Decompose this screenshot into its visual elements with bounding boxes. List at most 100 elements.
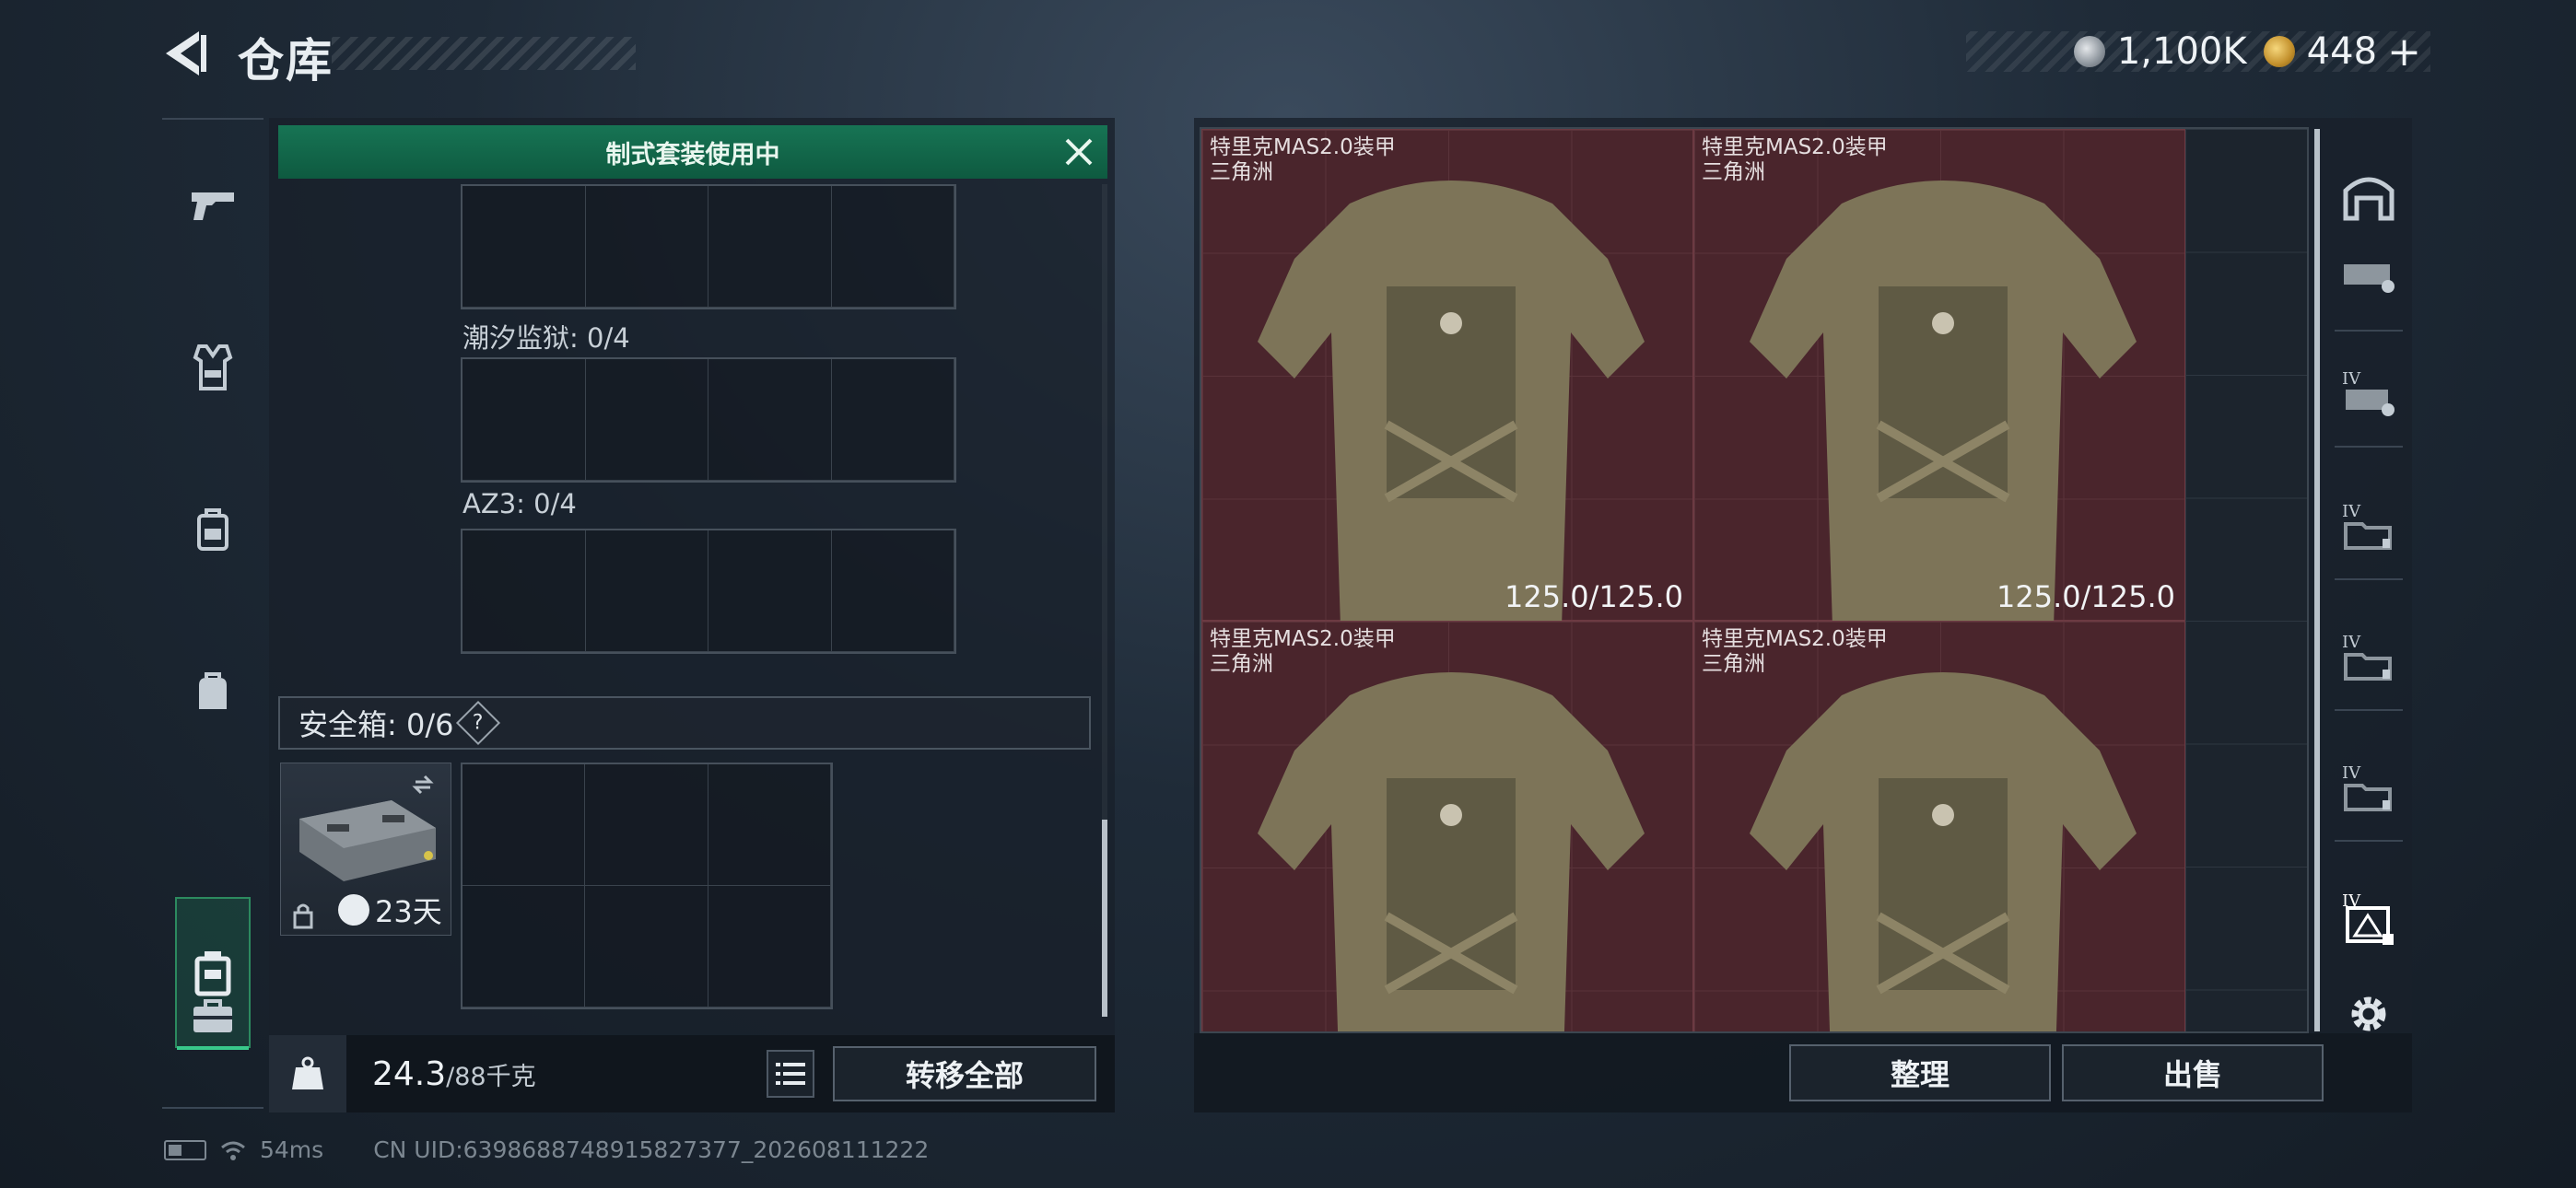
item-name: 特里克MAS2.0装甲 三角洲 xyxy=(1702,627,1888,677)
cat-tier-iv-2[interactable]: IV xyxy=(2338,495,2399,556)
grid-cell[interactable] xyxy=(463,886,586,1007)
list-view-button[interactable] xyxy=(767,1050,814,1098)
gear-icon xyxy=(2351,996,2386,1031)
grid-cell[interactable] xyxy=(585,886,708,1007)
lock-icon xyxy=(293,903,313,929)
slot-grid-tide-prison xyxy=(461,357,956,483)
vest-icon xyxy=(193,344,233,390)
user-uid: CN UID:6398688748915827377_202608111222 xyxy=(373,1136,930,1163)
grid-cell[interactable] xyxy=(708,764,831,886)
grid-cell[interactable] xyxy=(831,530,954,652)
grid-cell[interactable] xyxy=(831,359,954,481)
grid-cell[interactable] xyxy=(831,186,954,308)
storage-category-nav: IV IV IV IV IV xyxy=(2325,118,2412,1039)
safebox-case-icon xyxy=(299,775,436,881)
grid-cell[interactable] xyxy=(708,886,831,1007)
storage-item-card[interactable]: 特里克MAS2.0装甲 三角洲 125.0/125.0 xyxy=(1693,129,2185,627)
weight-badge xyxy=(269,1035,346,1112)
nav-toolbox[interactable] xyxy=(175,978,251,1054)
clock-icon xyxy=(338,894,369,926)
safebox-days: 23天 xyxy=(375,894,442,929)
storage-scrollbar[interactable] xyxy=(2314,129,2320,1031)
cat-tier-iv-selected[interactable]: IV xyxy=(2338,888,2399,949)
grid-cell[interactable] xyxy=(463,359,586,481)
transfer-all-button[interactable]: 转移全部 xyxy=(833,1046,1096,1101)
cat-tier-iv-3[interactable]: IV xyxy=(2338,626,2399,687)
grid-cell[interactable] xyxy=(708,186,832,308)
page-title: 仓库 xyxy=(238,34,334,87)
close-banner-button[interactable] xyxy=(1061,134,1096,169)
safebox-header: 安全箱: 0/6 ? xyxy=(278,696,1091,750)
gold-value: 448 xyxy=(2306,30,2378,73)
item-title: 特里克MAS2.0装甲 xyxy=(1702,627,1888,651)
cat-tier-iv-1[interactable]: IV xyxy=(2338,363,2399,424)
iv-folder-icon: IV xyxy=(2342,502,2392,550)
grid-cell[interactable] xyxy=(708,359,832,481)
grid-cell[interactable] xyxy=(463,530,586,652)
safebox-label: 安全箱: 0/6 xyxy=(299,707,454,742)
armor-vest-image xyxy=(1750,672,2137,1031)
silver-value: 1,100K xyxy=(2116,30,2247,73)
nav-bag[interactable] xyxy=(175,654,251,729)
cat-all-storage[interactable] xyxy=(2338,166,2399,227)
safebox-item-card[interactable]: 23天 xyxy=(280,763,451,936)
grid-cell[interactable] xyxy=(585,530,708,652)
briefcase-icon xyxy=(193,999,232,1032)
empty-storage-column[interactable] xyxy=(2185,129,2307,1031)
iv-container-icon: IV xyxy=(2342,369,2395,416)
safebox-grid xyxy=(461,763,833,1009)
storage-item-card[interactable]: 特里克MAS2.0装甲 三角洲 125.0/125.0 xyxy=(1201,129,1693,627)
wifi-icon xyxy=(221,1141,245,1160)
help-button[interactable]: ? xyxy=(456,700,501,746)
armor-vest-image xyxy=(1258,181,1645,627)
storage-item-card[interactable]: 特里克MAS2.0装甲 三角洲 xyxy=(1693,621,2185,1031)
divider xyxy=(2335,709,2403,711)
item-subtitle: 三角洲 xyxy=(1210,652,1273,676)
storage-item-card[interactable]: 特里克MAS2.0装甲 三角洲 xyxy=(1201,621,1693,1031)
loadout-category-nav xyxy=(162,118,263,1109)
weight-max: /88千克 xyxy=(446,1062,536,1091)
battery-icon xyxy=(164,1139,206,1160)
organize-button[interactable]: 整理 xyxy=(1789,1044,2051,1101)
item-name: 特里克MAS2.0装甲 三角洲 xyxy=(1210,135,1396,185)
divider xyxy=(2335,578,2403,580)
back-button[interactable] xyxy=(158,26,214,81)
item-subtitle: 三角洲 xyxy=(1210,160,1273,184)
grid-cell[interactable] xyxy=(585,359,708,481)
iv-folder-icon: IV xyxy=(2342,633,2392,681)
grid-cell[interactable] xyxy=(463,764,586,886)
help-icon: ? xyxy=(473,711,485,735)
sell-button[interactable]: 出售 xyxy=(2062,1044,2324,1101)
pistol-icon xyxy=(192,192,234,220)
cat-container[interactable] xyxy=(2338,247,2399,308)
slot-label-tide-prison: 潮汐监狱: 0/4 xyxy=(463,322,630,354)
storage-home-icon xyxy=(2343,177,2395,221)
backpack-icon xyxy=(197,508,228,551)
loadout-scrollbar[interactable] xyxy=(1102,820,1107,1017)
slot-grid-az3 xyxy=(461,529,956,654)
cat-tier-iv-4[interactable]: IV xyxy=(2338,757,2399,818)
grid-cell[interactable] xyxy=(708,530,832,652)
slot-label-az3: AZ3: 0/4 xyxy=(463,488,577,519)
item-subtitle: 三角洲 xyxy=(1702,652,1765,676)
weight-value: 24.3/88千克 xyxy=(372,1055,536,1093)
slot-grid-top xyxy=(461,184,956,309)
nav-weapon[interactable] xyxy=(175,168,251,243)
item-name: 特里克MAS2.0装甲 三角洲 xyxy=(1702,135,1888,185)
item-subtitle: 三角洲 xyxy=(1702,160,1765,184)
divider xyxy=(2335,446,2403,448)
weight-bar: 24.3/88千克 转移全部 xyxy=(269,1035,1115,1112)
item-durability: 125.0/125.0 xyxy=(1996,579,2175,614)
grid-cell[interactable] xyxy=(585,186,708,308)
weight-current: 24.3 xyxy=(372,1054,447,1093)
add-currency-button[interactable]: + xyxy=(2387,29,2421,76)
grid-cell[interactable] xyxy=(585,764,708,886)
silver-coin-icon xyxy=(2073,36,2105,67)
title-decoration xyxy=(332,37,636,70)
bag-icon xyxy=(199,672,227,709)
nav-backpack[interactable] xyxy=(175,492,251,567)
grid-cell[interactable] xyxy=(463,186,586,308)
nav-armor[interactable] xyxy=(175,330,251,405)
armor-vest-image xyxy=(1750,181,2137,627)
item-durability: 125.0/125.0 xyxy=(1505,579,1683,614)
